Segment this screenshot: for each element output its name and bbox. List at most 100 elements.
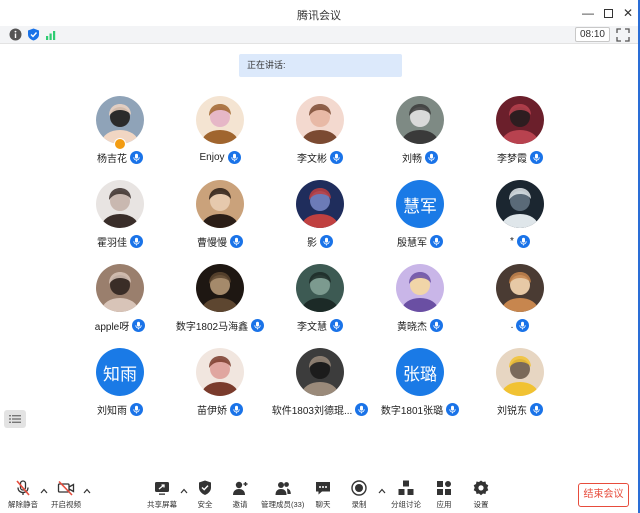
fullscreen-icon[interactable] [616, 28, 630, 42]
participant-name: 黄晓杰 [397, 321, 427, 333]
mic-icon [130, 402, 143, 416]
security-button[interactable]: 安全 [196, 479, 214, 511]
mic-icon [330, 150, 343, 164]
mic-icon [227, 150, 241, 164]
avatar [496, 348, 544, 396]
participant-name: 软件1803刘德琨... [271, 405, 353, 417]
avatar [296, 96, 344, 144]
invite-button[interactable]: 邀请 [231, 479, 249, 511]
chat-icon [316, 482, 330, 495]
chat-button[interactable]: 聊天 [314, 479, 332, 511]
avatar [196, 180, 244, 228]
close-icon[interactable]: ✕ [618, 4, 638, 22]
share-screen-button[interactable]: 共享屏幕 [147, 479, 177, 511]
avatar [496, 264, 544, 312]
mic-muted-icon [16, 480, 30, 496]
avatar [396, 96, 444, 144]
avatar [496, 180, 544, 228]
mic-icon [530, 150, 543, 164]
status-bar: 08:10 [0, 26, 638, 44]
participant-tile[interactable]: * [470, 180, 570, 250]
mic-icon [130, 234, 143, 248]
avatar: 慧军 [396, 180, 444, 228]
participant-name: 影 [307, 237, 317, 249]
participant-tile[interactable]: 李梦霞 [470, 96, 570, 166]
avatar [496, 96, 544, 144]
participant-name: 刘锐东 [497, 405, 527, 417]
participant-name: Enjoy [199, 151, 225, 163]
unmute-button[interactable]: 解除静音 [8, 479, 38, 511]
avatar [96, 264, 144, 312]
participant-tile[interactable]: . [470, 264, 570, 334]
participant-tile[interactable]: 刘锐东 [470, 348, 570, 418]
title-bar: 腾讯会议 — ✕ [0, 0, 638, 26]
chevron-up-icon[interactable] [83, 488, 91, 494]
participant-name-row: 刘锐东 [450, 401, 590, 417]
mic-icon [230, 234, 243, 248]
mic-icon [320, 234, 333, 248]
mic-icon [130, 150, 143, 164]
meeting-window: 腾讯会议 — ✕ 08:10 正在讲话: 杨吉花 Enjoy 李文彬 刘畅 李梦霞 霍羽佳… [0, 0, 640, 513]
camera-off-icon [57, 480, 75, 496]
participant-name: . [510, 319, 514, 331]
mic-icon [516, 318, 530, 332]
signal-icon[interactable] [45, 28, 58, 41]
shield-icon[interactable] [27, 28, 40, 41]
breakout-button[interactable]: 分组讨论 [391, 479, 421, 511]
breakout-icon [398, 480, 414, 495]
participant-name: 数字1801张璐 [380, 405, 444, 417]
participant-name: 殷慧军 [397, 237, 427, 249]
record-button[interactable]: 录制 [350, 479, 368, 511]
avatar [196, 264, 244, 312]
add-user-icon [233, 481, 248, 495]
mic-icon [330, 318, 343, 332]
avatar [296, 180, 344, 228]
participant-name: 李文慧 [297, 321, 327, 333]
participant-name: apple呀 [94, 321, 130, 333]
participant-name: 数字1802马海鑫 [175, 321, 249, 333]
mic-icon [530, 402, 543, 416]
maximize-icon[interactable] [598, 4, 618, 22]
avatar: 张璐 [396, 348, 444, 396]
participant-name: 曹慢慢 [197, 237, 227, 249]
meeting-timer: 08:10 [574, 27, 610, 42]
participant-name-row: * [450, 233, 590, 249]
chevron-up-icon[interactable] [180, 488, 188, 494]
participant-name: 李文彬 [297, 153, 327, 165]
participant-name: 杨吉花 [97, 153, 127, 165]
apps-button[interactable]: 应用 [435, 479, 453, 511]
gear-icon [473, 480, 489, 496]
apps-icon [437, 481, 451, 495]
chevron-up-icon[interactable] [378, 488, 386, 494]
participant-name: * [510, 235, 514, 247]
chevron-up-icon[interactable] [40, 488, 48, 494]
participant-name: 苗伊娇 [197, 405, 227, 417]
share-screen-icon [155, 482, 169, 495]
settings-button[interactable]: 设置 [472, 479, 490, 511]
mic-icon [230, 402, 243, 416]
meeting-toolbar: 解除静音 开启视频 共享屏幕 安全 邀请 管理成员(33) 聊天 录制 分组讨论… [0, 474, 638, 513]
end-meeting-button[interactable]: 结束会议 [578, 483, 629, 507]
avatar [196, 348, 244, 396]
avatar [396, 264, 444, 312]
mic-icon [430, 234, 443, 248]
mic-icon [425, 150, 438, 164]
window-title: 腾讯会议 [297, 10, 341, 22]
participant-name: 刘畅 [402, 153, 422, 165]
avatar [296, 264, 344, 312]
minimize-icon[interactable]: — [578, 4, 598, 22]
info-icon[interactable] [9, 28, 22, 41]
participant-name: 李梦霞 [497, 153, 527, 165]
side-panel-toggle[interactable] [4, 410, 26, 428]
members-icon [275, 482, 291, 495]
record-icon [351, 480, 367, 496]
avatar: 知雨 [96, 348, 144, 396]
avatar [96, 96, 144, 144]
manage-members-button[interactable]: 管理成员(33) [261, 479, 304, 511]
shield-icon [199, 480, 211, 495]
start-video-button[interactable]: 开启视频 [51, 479, 81, 511]
list-icon [9, 415, 21, 423]
speaking-indicator: 正在讲话: [239, 54, 402, 77]
mic-icon [516, 234, 530, 248]
avatar [96, 180, 144, 228]
